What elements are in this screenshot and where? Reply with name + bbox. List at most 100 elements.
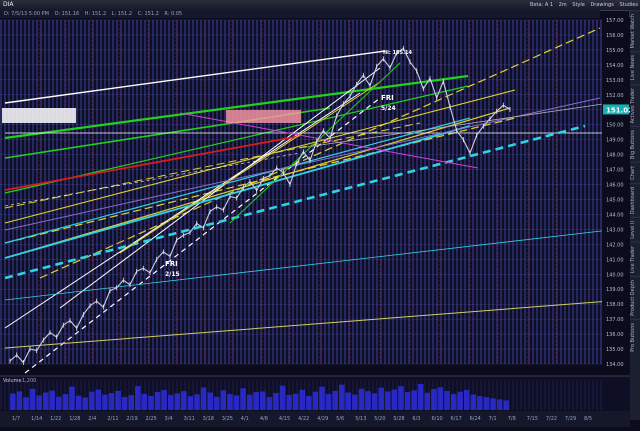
chart-annotation: Hi: 155.14 xyxy=(383,50,412,56)
x-tick-label: 6/24 xyxy=(470,416,481,422)
sidebar-tab-5[interactable]: Dashboard xyxy=(630,182,640,217)
right-sidebar-tabs: Market Watch Live News Actives Trader Big B… xyxy=(629,10,640,420)
marked-zone-left xyxy=(2,108,76,123)
x-tick-label: 1/22 xyxy=(50,416,61,422)
toolbar-tools: Beta: A 1 2m Style Drawings Studies xyxy=(526,0,638,10)
price-tick-label: 147.00 xyxy=(606,168,624,174)
volume-bar xyxy=(503,400,509,410)
quote-close: C: 151.2 xyxy=(137,11,159,17)
drawings-button[interactable]: Drawings xyxy=(590,2,613,8)
volume-bar xyxy=(161,390,167,410)
price-tick-label: 140.00 xyxy=(606,272,624,278)
price-tick-label: 142.00 xyxy=(606,242,624,248)
price-tick-label: 150.00 xyxy=(606,123,624,129)
price-tick-label: 143.00 xyxy=(606,227,624,233)
x-tick-label: 1/14 xyxy=(31,416,42,422)
studies-button[interactable]: Studies xyxy=(619,2,638,8)
price-tick-label: 141.00 xyxy=(606,257,624,263)
sidebar-tab-4[interactable]: Chart xyxy=(630,162,640,183)
volume-bar xyxy=(253,392,259,410)
x-tick-label: 5/28 xyxy=(393,416,404,422)
x-tick-label: 5/6 xyxy=(336,416,344,422)
chart-annotation: 2/15 xyxy=(165,271,180,278)
volume-bar xyxy=(411,390,417,410)
last-price-label: 151.02 xyxy=(606,106,630,114)
chart-annotation: FRI xyxy=(165,260,178,268)
marked-zone-center xyxy=(226,110,301,123)
quote-low: L: 151.2 xyxy=(111,11,133,17)
x-tick-label: 5/20 xyxy=(374,416,385,422)
volume-bar xyxy=(23,397,29,410)
x-tick-label: 6/10 xyxy=(431,416,442,422)
volume-bar xyxy=(437,387,444,410)
x-tick-label: 2/19 xyxy=(126,416,137,422)
price-tick-label: 139.00 xyxy=(606,287,624,293)
quote-bar: D: 7/5/13 5:00 PM O: 151.16 H: 151.2 L: … xyxy=(0,10,600,18)
price-tick-label: 154.00 xyxy=(606,63,624,69)
volume-bar xyxy=(141,393,148,410)
volume-bar xyxy=(450,394,457,410)
volume-bar xyxy=(200,387,207,410)
x-tick-label: 2/11 xyxy=(107,416,118,422)
style-button[interactable]: Style xyxy=(572,2,585,8)
price-tick-label: 156.00 xyxy=(606,33,624,39)
volume-bar xyxy=(365,391,371,410)
x-tick-label: 5/13 xyxy=(355,416,366,422)
volume-bar xyxy=(181,391,187,410)
x-tick-label: 3/4 xyxy=(165,416,173,422)
beta-button[interactable]: Beta: A 1 xyxy=(530,2,553,8)
x-tick-label: 7/22 xyxy=(546,416,557,422)
volume-bar xyxy=(338,384,345,410)
volume-bar xyxy=(49,390,56,410)
x-tick-label: 6/17 xyxy=(451,416,462,422)
x-tick-label: 3/25 xyxy=(222,416,233,422)
volume-bar xyxy=(246,394,253,410)
volume-bar xyxy=(187,396,194,410)
volume-bar xyxy=(345,392,352,410)
sidebar-tab-7[interactable]: Live Trader xyxy=(630,241,640,277)
x-tick-label: 1/7 xyxy=(12,416,20,422)
price-tick-label: 135.00 xyxy=(606,347,624,353)
price-tick-label: 148.00 xyxy=(606,153,624,159)
timeframe-button[interactable]: 2m xyxy=(559,2,567,8)
x-tick-label: 7/1 xyxy=(489,416,497,422)
x-tick-label: 3/18 xyxy=(203,416,214,422)
volume-bar xyxy=(477,396,483,410)
volume-bar xyxy=(292,393,299,410)
sidebar-tab-8[interactable]: Product Depth xyxy=(630,276,640,319)
sidebar-tab-9[interactable]: Pro Buttons xyxy=(630,319,640,355)
chart-area[interactable]: 134.00 135.00 136.00 137.00 138.00 139.00 140.… xyxy=(0,18,633,427)
volume-bar xyxy=(95,389,102,410)
volume-bar xyxy=(154,391,161,410)
volume-bar xyxy=(273,393,279,410)
sidebar-tab-0[interactable]: Market Watch xyxy=(630,10,640,52)
price-tick-label: 157.00 xyxy=(606,18,624,24)
price-tick-label: 134.00 xyxy=(606,362,624,368)
x-tick-label: 7/8 xyxy=(508,416,516,422)
quote-date: D: 7/5/13 5:00 PM xyxy=(4,11,49,17)
price-chart[interactable]: 134.00 135.00 136.00 137.00 138.00 139.00 140.… xyxy=(0,18,633,427)
volume-bar xyxy=(496,399,503,410)
price-tick-label: 152.00 xyxy=(606,93,624,99)
sidebar-tab-6[interactable]: Level II xyxy=(630,216,640,242)
x-tick-label: 2/25 xyxy=(145,416,156,422)
volume-bar xyxy=(115,390,121,410)
price-tick-label: 137.00 xyxy=(606,317,624,323)
chart-annotation: FRI xyxy=(381,94,394,102)
x-tick-label: 4/29 xyxy=(317,416,328,422)
volume-bar xyxy=(42,392,49,410)
price-tick-label: 145.00 xyxy=(606,197,624,203)
sidebar-tab-2[interactable]: Actives Trader xyxy=(630,83,640,127)
quote-range: R: 0.05 xyxy=(164,11,183,17)
price-tick-label: 153.00 xyxy=(606,78,624,84)
symbol-label[interactable]: DIA xyxy=(3,0,14,10)
volume-bar xyxy=(431,389,437,410)
volume-label: Volume xyxy=(3,378,22,384)
x-tick-label: 4/1 xyxy=(241,416,249,422)
price-tick-label: 144.00 xyxy=(606,212,624,218)
quote-high: H: 151.2 xyxy=(84,11,107,17)
volume-bar xyxy=(88,391,95,410)
x-tick-label: 7/15 xyxy=(527,416,538,422)
sidebar-tab-3[interactable]: Big Buttons xyxy=(630,126,640,162)
sidebar-tab-1[interactable]: Live News xyxy=(630,51,640,84)
